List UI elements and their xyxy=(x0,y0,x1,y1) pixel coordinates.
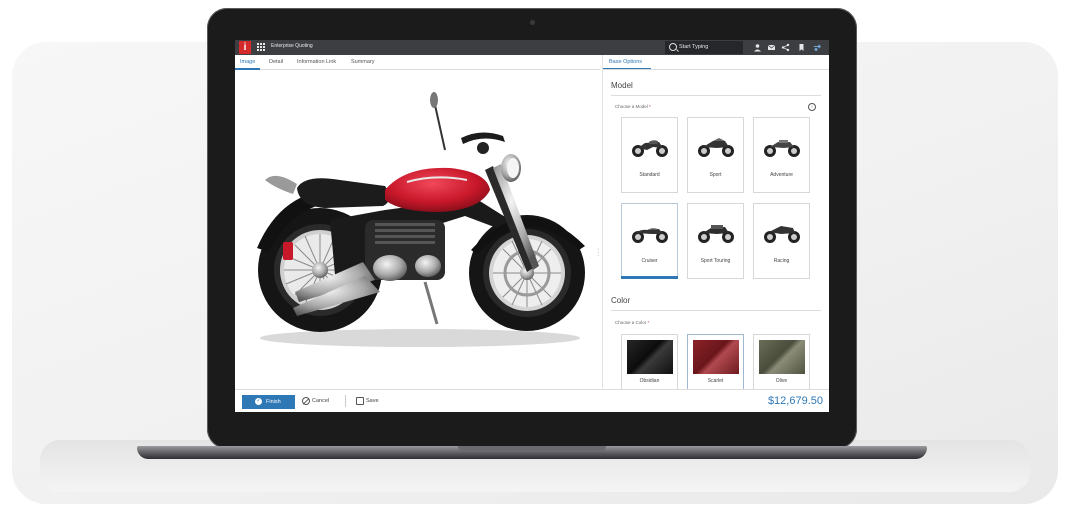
marketing-stage: i Enterprise Quoting Start Typing Image … xyxy=(0,0,1066,508)
top-bar: i Enterprise Quoting Start Typing xyxy=(235,40,829,55)
save-button[interactable]: Save xyxy=(366,398,379,404)
finish-button[interactable]: ✓ Finish xyxy=(242,395,295,409)
user-icon[interactable] xyxy=(753,43,762,52)
model-card-sport[interactable]: Sport xyxy=(687,117,744,193)
panel-tabs-divider xyxy=(603,69,829,70)
search-input[interactable]: Start Typing xyxy=(665,41,743,54)
color-section-divider xyxy=(611,310,821,311)
tab-detail[interactable]: Detail xyxy=(269,59,283,65)
app-grid-icon[interactable] xyxy=(257,43,266,52)
olive-swatch xyxy=(759,340,805,374)
color-card-obsidian[interactable]: Obsidian xyxy=(621,334,678,390)
action-footer: ✓ Finish Cancel Save $12,679.50 xyxy=(235,389,829,412)
racing-bike-icon xyxy=(764,226,800,243)
footer-separator xyxy=(345,395,346,407)
color-section-title: Color xyxy=(611,296,631,305)
info-icon[interactable]: i xyxy=(808,103,816,111)
model-label: Cruiser xyxy=(641,258,658,264)
model-card-sport-touring[interactable]: Sport Touring xyxy=(687,203,744,279)
model-label: Sport xyxy=(709,172,722,178)
motorcycle-image xyxy=(257,92,585,347)
bookmark-icon[interactable] xyxy=(797,43,806,52)
sport-bike-icon xyxy=(698,138,734,157)
tab-information-link[interactable]: Information Link xyxy=(297,59,336,65)
adventure-bike-icon xyxy=(764,140,800,157)
color-label: Obsidian xyxy=(639,378,660,384)
tab-base-options[interactable]: Base Options xyxy=(609,59,642,65)
selected-indicator xyxy=(621,276,678,279)
color-label: Scarlet xyxy=(707,378,724,384)
model-card-standard[interactable]: Standard xyxy=(621,117,678,193)
search-placeholder: Start Typing xyxy=(679,44,709,50)
model-label: Sport Touring xyxy=(700,258,731,264)
total-price: $12,679.50 xyxy=(767,395,823,407)
color-field-label: Choose a Color * xyxy=(615,320,650,325)
view-tabs: Image Detail Information Link Summary xyxy=(235,55,600,70)
model-card-racing[interactable]: Racing xyxy=(753,203,810,279)
cancel-icon[interactable] xyxy=(302,397,310,405)
model-label: Adventure xyxy=(770,172,793,178)
share-icon[interactable] xyxy=(781,43,790,52)
model-field-label: Choose a Model * xyxy=(615,104,651,109)
model-section-divider xyxy=(611,95,821,96)
standard-bike-icon xyxy=(632,140,668,157)
mail-icon[interactable] xyxy=(767,43,776,52)
color-card-scarlet[interactable]: Scarlet xyxy=(687,334,744,390)
check-icon: ✓ xyxy=(255,398,262,405)
cancel-button[interactable]: Cancel xyxy=(312,398,329,404)
scarlet-swatch xyxy=(693,340,739,374)
cruiser-bike-icon xyxy=(632,228,668,243)
app-screen: i Enterprise Quoting Start Typing Image … xyxy=(235,40,829,412)
model-label: Racing xyxy=(773,258,790,264)
settings-icon[interactable] xyxy=(813,43,822,52)
model-section-title: Model xyxy=(611,81,633,90)
resize-handle[interactable]: · · · xyxy=(597,246,599,259)
options-panel: Base Options Model Choose a Model * i St… xyxy=(602,55,829,390)
app-title: Enterprise Quoting xyxy=(271,43,313,49)
color-card-olive[interactable]: Olive xyxy=(753,334,810,390)
sport-touring-bike-icon xyxy=(698,225,734,243)
tab-image[interactable]: Image xyxy=(240,59,255,65)
search-icon xyxy=(669,43,677,51)
model-card-cruiser[interactable]: Cruiser xyxy=(621,203,678,279)
laptop-notch xyxy=(458,446,606,452)
brand-logo[interactable]: i xyxy=(239,41,251,54)
tab-summary[interactable]: Summary xyxy=(351,59,375,65)
model-card-adventure[interactable]: Adventure xyxy=(753,117,810,193)
image-viewer: · · · xyxy=(235,70,600,388)
model-label: Standard xyxy=(639,172,660,178)
obsidian-swatch xyxy=(627,340,673,374)
webcam-icon xyxy=(530,20,535,25)
save-icon[interactable] xyxy=(356,397,364,405)
color-label: Olive xyxy=(775,378,788,384)
